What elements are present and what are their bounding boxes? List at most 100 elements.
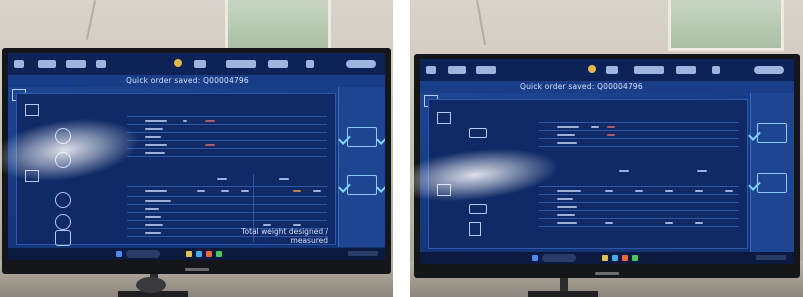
gear-icon[interactable] [96, 60, 106, 68]
table-row [127, 132, 327, 133]
app-icon[interactable] [216, 251, 222, 257]
folder-icon[interactable] [186, 251, 192, 257]
trailer-icon[interactable] [226, 60, 256, 68]
table-cell [557, 190, 581, 192]
weight-icon [469, 222, 481, 236]
table-cell [279, 178, 289, 180]
mouse [136, 277, 166, 293]
table-cell [697, 170, 707, 172]
table-cell [665, 190, 673, 192]
table-cell [635, 190, 643, 192]
folder-icon[interactable] [602, 255, 608, 261]
check-icon [376, 132, 385, 145]
table-cell [293, 224, 301, 226]
check-icon [376, 180, 385, 193]
table-cell [591, 126, 599, 128]
total-weight-label: Total weight designed / [241, 227, 328, 236]
truck-icon[interactable] [476, 66, 496, 74]
help-icon[interactable] [306, 60, 314, 68]
table-row [127, 148, 327, 149]
browser-icon[interactable] [612, 255, 618, 261]
table-cell [665, 222, 673, 224]
truck-detail-icon [25, 104, 39, 116]
start-icon[interactable] [116, 251, 122, 257]
table-cell [557, 222, 577, 224]
table-cell [557, 126, 579, 128]
app-screen: Quick order saved: Q00004796 [420, 59, 794, 264]
table-row [539, 226, 739, 227]
tray-clock[interactable] [756, 255, 786, 260]
window [225, 0, 331, 51]
table-cell [293, 190, 301, 192]
vehicle-icon[interactable] [676, 66, 696, 74]
table-cell [607, 134, 615, 136]
table-cell [695, 190, 703, 192]
app-icon[interactable] [622, 255, 628, 261]
trailer-detail-icon [25, 170, 39, 182]
user-icon[interactable] [346, 60, 376, 68]
tray-clock[interactable] [348, 251, 378, 256]
tool-icon[interactable] [448, 66, 466, 74]
scale-icon[interactable] [194, 60, 206, 68]
axle-icon [469, 204, 487, 214]
table-row [127, 186, 327, 187]
table-cell [725, 190, 733, 192]
warning-icon[interactable] [174, 59, 182, 67]
table-row [539, 130, 739, 131]
table-cell [145, 200, 171, 202]
warning-icon[interactable] [588, 65, 596, 73]
axle-bracket [757, 123, 787, 143]
table-row [127, 140, 327, 141]
trailer-icon[interactable] [634, 66, 664, 74]
table-row [539, 146, 739, 147]
wheel-icon [55, 192, 71, 208]
taskbar-search[interactable] [542, 254, 576, 262]
truck-detail-icon [437, 112, 451, 124]
tool-icon[interactable] [38, 60, 56, 68]
table-cell [263, 224, 271, 226]
table-cell [557, 206, 577, 208]
menu-icon[interactable] [14, 60, 24, 68]
table-cell [605, 222, 613, 224]
taskbar-search[interactable] [126, 250, 160, 258]
table-row [127, 220, 327, 221]
table-row [539, 138, 739, 139]
scale-icon[interactable] [606, 66, 618, 74]
table-cell [145, 190, 167, 192]
app-toolbar [8, 53, 385, 75]
table-cell [145, 144, 167, 146]
app-icon[interactable] [632, 255, 638, 261]
app-icon[interactable] [206, 251, 212, 257]
user-icon[interactable] [754, 66, 784, 74]
wheel-icon [55, 152, 71, 168]
table-cell [607, 126, 615, 128]
table-cell [205, 120, 215, 122]
menu-icon[interactable] [426, 66, 436, 74]
data-table-panel [428, 99, 748, 249]
table-cell [145, 128, 163, 130]
table-cell [145, 136, 161, 138]
weight-icon [55, 230, 71, 246]
table-row [539, 218, 739, 219]
table-row [539, 210, 739, 211]
start-icon[interactable] [532, 255, 538, 261]
vehicle-icon[interactable] [268, 60, 288, 68]
trailer-detail-icon [437, 184, 451, 196]
table-row [127, 156, 327, 157]
table-row [127, 212, 327, 213]
table-row [539, 194, 739, 195]
help-icon[interactable] [712, 66, 720, 74]
table-cell [557, 198, 573, 200]
table-cell [605, 190, 613, 192]
table-cell [557, 214, 575, 216]
truck-icon[interactable] [66, 60, 86, 68]
table-row [539, 122, 739, 123]
axle-bracket [347, 127, 377, 147]
table-cell [205, 144, 215, 146]
total-weight-label-measured: measured [290, 236, 328, 245]
browser-icon[interactable] [196, 251, 202, 257]
table-cell [619, 170, 629, 172]
os-taskbar [8, 248, 385, 260]
table-cell [145, 152, 165, 154]
table-cell [145, 216, 161, 218]
